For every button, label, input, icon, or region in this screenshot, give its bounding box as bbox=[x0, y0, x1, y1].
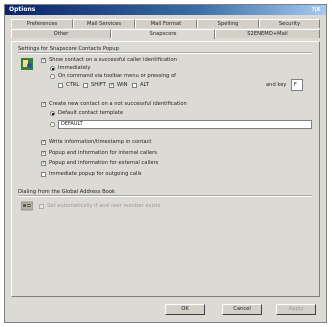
ok-button[interactable]: OK bbox=[165, 304, 205, 315]
default-template-label: Default contact template bbox=[58, 110, 124, 116]
gab-auto-checkbox[interactable] bbox=[39, 204, 44, 209]
tab-spelling[interactable]: Spelling bbox=[197, 19, 259, 28]
close-icon[interactable]: ?|X bbox=[308, 6, 324, 14]
write-info-checkbox[interactable]: ✓ bbox=[41, 140, 46, 145]
popup-outgoing-label: Immediate popup for outgoing calls bbox=[49, 171, 142, 177]
section-divider-gab bbox=[18, 195, 312, 197]
gab-auto-label: Set automatically if and user number exi… bbox=[47, 203, 161, 209]
apply-button[interactable]: Apply bbox=[276, 304, 316, 315]
show-contact-checkbox[interactable]: ✓ bbox=[41, 58, 46, 63]
tab-mail-services[interactable]: Mail Services bbox=[73, 19, 135, 28]
options-dialog: Options ?|X Preferences Mail Services Ma… bbox=[4, 4, 327, 323]
shift-label: SHIFT bbox=[91, 82, 106, 88]
tab-other[interactable]: Other bbox=[11, 29, 111, 38]
tab-mail-format[interactable]: Mail Format bbox=[135, 19, 197, 28]
tab-s2enemo-mail[interactable]: S2ENEMO+Mail bbox=[215, 29, 320, 38]
default-template-radio[interactable] bbox=[50, 111, 55, 116]
alt-label: ALT bbox=[140, 82, 149, 88]
and-key-input[interactable]: F bbox=[291, 79, 303, 91]
section-divider bbox=[18, 52, 312, 54]
popup-external-label: Popup and information for external calle… bbox=[49, 160, 159, 166]
address-book-icon bbox=[20, 201, 34, 211]
popup-external-checkbox[interactable]: ✓ bbox=[41, 161, 46, 166]
tab-row-top: Preferences Mail Services Mail Format Sp… bbox=[11, 19, 320, 28]
win-label: WIN bbox=[117, 82, 128, 88]
on-command-radio[interactable] bbox=[50, 74, 55, 79]
ctrl-label: CTRL bbox=[66, 82, 80, 88]
create-new-contact-label: Create new contact on a not successful i… bbox=[49, 101, 187, 107]
shift-checkbox[interactable] bbox=[83, 83, 88, 88]
write-info-label: Write information/timestamp in contact bbox=[49, 139, 152, 145]
custom-template-radio[interactable] bbox=[50, 122, 55, 127]
alt-checkbox[interactable] bbox=[132, 83, 137, 88]
tab-row-bottom: Other Snapscore S2ENEMO+Mail bbox=[11, 29, 320, 39]
on-command-label: On command via toolbar menu or pressing … bbox=[58, 73, 176, 79]
popup-internal-label: Popup and information for internal calle… bbox=[49, 150, 157, 156]
popup-outgoing-checkbox[interactable] bbox=[41, 172, 46, 177]
tab-preferences[interactable]: Preferences bbox=[11, 19, 73, 28]
tab-security[interactable]: Security bbox=[259, 19, 320, 28]
popup-internal-checkbox[interactable]: ✓ bbox=[41, 151, 46, 156]
ctrl-checkbox[interactable] bbox=[58, 83, 63, 88]
title-bar: Options ?|X bbox=[5, 5, 326, 15]
create-new-contact-checkbox[interactable]: ✓ bbox=[41, 102, 46, 107]
tab-snapscore[interactable]: Snapscore bbox=[111, 29, 215, 39]
custom-template-input[interactable]: DEFAULT bbox=[58, 120, 312, 129]
immediately-radio[interactable] bbox=[50, 66, 55, 71]
immediately-label: Immediately bbox=[58, 65, 91, 71]
and-key-label: and key bbox=[266, 82, 287, 88]
window-title: Options bbox=[9, 6, 36, 13]
win-checkbox[interactable]: ✓ bbox=[109, 83, 114, 88]
cancel-button[interactable]: Cancel bbox=[222, 304, 262, 315]
snapscore-contacts-icon bbox=[21, 58, 33, 70]
snapscore-panel: Settings for Snapscore Contacts Popup ✓ … bbox=[11, 41, 320, 297]
show-contact-label: Show contact on a successful caller iden… bbox=[49, 57, 177, 63]
